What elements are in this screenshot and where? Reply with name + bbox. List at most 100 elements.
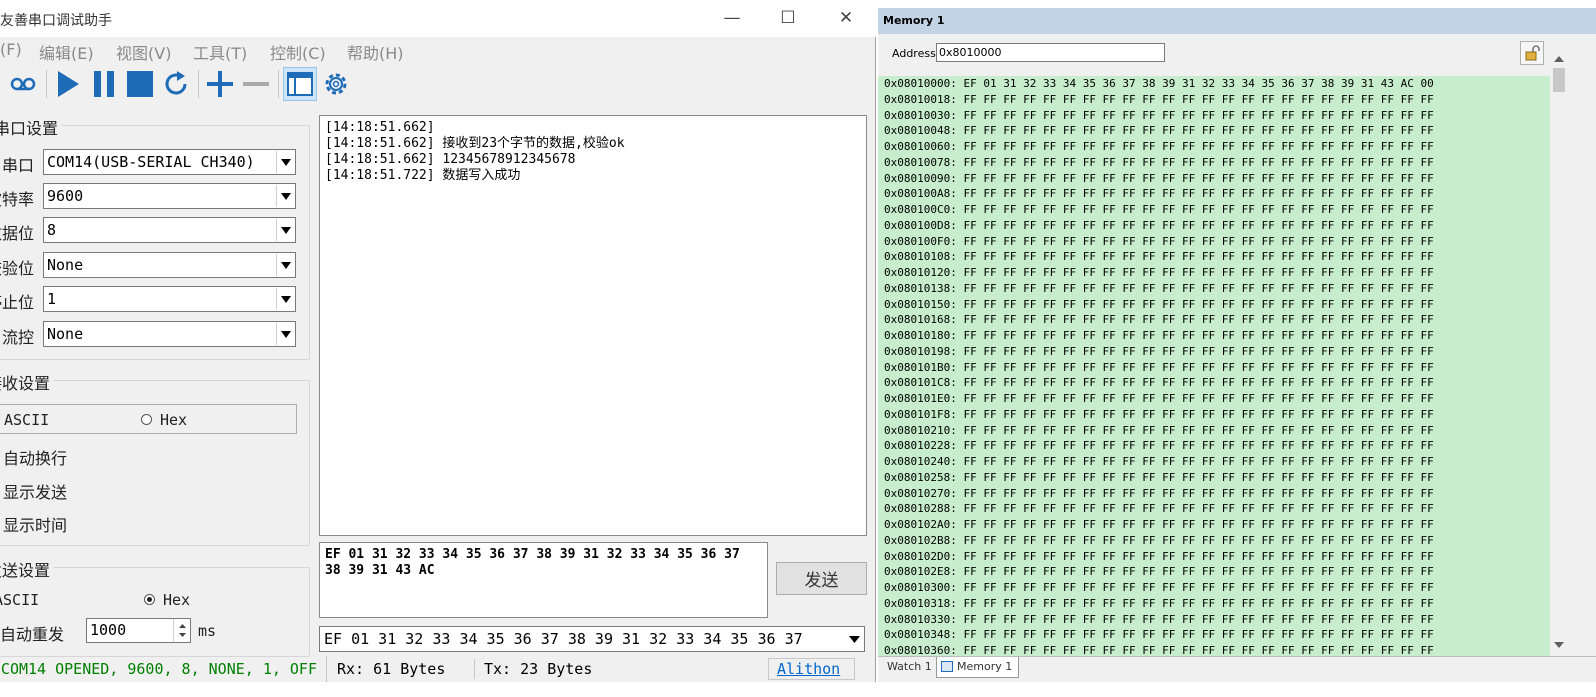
memory-row: 0x080101F8: FF FF FF FF FF FF FF FF FF F… [884, 407, 1434, 421]
play-button[interactable] [51, 67, 85, 101]
memory-bytes: FF FF FF FF FF FF FF FF FF FF FF FF FF F… [963, 423, 1434, 437]
plus-icon [207, 71, 233, 97]
interval-value: 1000 [90, 621, 127, 639]
memory-bytes: FF FF FF FF FF FF FF FF FF FF FF FF FF F… [963, 155, 1434, 169]
auto-newline-option[interactable]: 自动换行 [3, 445, 67, 469]
parity-combo[interactable]: None [43, 252, 296, 278]
stopbits-label: 停止位 [0, 293, 34, 312]
memory-bytes: FF FF FF FF FF FF FF FF FF FF FF FF FF F… [963, 218, 1434, 232]
rx-hex-radio[interactable] [141, 414, 152, 425]
tab-memory1[interactable]: Memory 1 [936, 657, 1020, 678]
memory-row: 0x08010198: FF FF FF FF FF FF FF FF FF F… [884, 344, 1434, 358]
rx-hex-label: Hex [160, 411, 188, 429]
scroll-up-icon[interactable] [1554, 56, 1564, 62]
show-time-option[interactable]: 显示时间 [3, 512, 67, 536]
memory-row: 0x08010060: FF FF FF FF FF FF FF FF FF F… [884, 140, 1434, 153]
rx-settings-title: 接收设置 [0, 370, 55, 394]
menu-tools[interactable]: 工具(T) [193, 40, 247, 64]
memory-bytes: FF FF FF FF FF FF FF FF FF FF FF FF FF F… [963, 108, 1434, 122]
memory-bytes: FF FF FF FF FF FF FF FF FF FF FF FF FF F… [963, 187, 1434, 201]
history-value: EF 01 31 32 33 34 35 36 37 38 39 31 32 3… [324, 630, 803, 648]
refresh-button[interactable] [159, 67, 193, 101]
menu-help[interactable]: 帮助(H) [347, 40, 404, 64]
memory-address: 0x08010150 [884, 297, 951, 311]
close-button[interactable]: ✕ [826, 6, 866, 30]
memory-bytes: FF FF FF FF FF FF FF FF FF FF FF FF FF F… [963, 628, 1434, 642]
send-input[interactable]: EF 01 31 32 33 34 35 36 37 38 39 31 32 3… [319, 542, 768, 618]
interval-spinbox[interactable]: 1000 [86, 618, 191, 643]
lock-button[interactable] [1520, 41, 1544, 65]
receive-log[interactable]: [14:18:51.662] [14:18:51.662] 接收到23个字节的数… [319, 115, 867, 536]
pause-button[interactable] [87, 67, 121, 101]
chevron-down-icon [276, 323, 294, 345]
maximize-button[interactable]: ☐ [768, 6, 808, 30]
memory-bytes: FF FF FF FF FF FF FF FF FF FF FF FF FF F… [963, 281, 1434, 295]
flowcontrol-combo[interactable]: None [43, 321, 296, 347]
memory-row: 0x08010300: FF FF FF FF FF FF FF FF FF F… [884, 581, 1434, 594]
settings-button[interactable] [319, 67, 353, 101]
send-history-combo[interactable]: EF 01 31 32 33 34 35 36 37 38 39 31 32 3… [319, 626, 865, 652]
stop-button[interactable] [123, 67, 157, 101]
menu-edit[interactable]: 编辑(E) [39, 40, 94, 64]
send-button[interactable]: 发送 [776, 562, 867, 595]
log-line: [14:18:51.662] 12345678912345678 [325, 152, 576, 167]
background-window-strip-bottom [0, 682, 1596, 697]
spin-arrows-icon[interactable] [173, 619, 190, 642]
auto-resend-option[interactable]: 自动重发 [0, 621, 64, 645]
memory-bytes: FF FF FF FF FF FF FF FF FF FF FF FF FF F… [963, 124, 1434, 138]
memory-address: 0x080102A0 [884, 518, 951, 531]
memory-address: 0x08010168 [884, 313, 951, 327]
alithon-link[interactable]: Alithon [777, 656, 840, 682]
memory-bytes: FF FF FF FF FF FF FF FF FF FF FF FF FF F… [963, 596, 1434, 610]
memory-title-bar: Memory 1 [878, 8, 1596, 34]
memory-address: 0x08010060 [884, 140, 951, 153]
scroll-down-icon[interactable] [1554, 642, 1564, 648]
memory-row: 0x08010270: FF FF FF FF FF FF FF FF FF F… [884, 486, 1434, 500]
refresh-icon [165, 71, 187, 95]
memory-row: 0x080100F0: FF FF FF FF FF FF FF FF FF F… [884, 234, 1434, 248]
tx-count: Tx: 23 Bytes [484, 660, 593, 678]
address-bar: Address: 0x8010000 [878, 34, 1596, 74]
memory-address: 0x08010180 [884, 329, 951, 342]
address-value: 0x8010000 [939, 46, 1002, 59]
port-status: COM14 OPENED, 9600, 8, NONE, 1, OFF [0, 660, 317, 678]
memory-row: 0x080102A0: FF FF FF FF FF FF FF FF FF F… [884, 518, 1434, 531]
minimize-button[interactable]: — [712, 6, 752, 30]
scroll-thumb[interactable] [1553, 68, 1565, 92]
menu-file[interactable]: (F) [0, 40, 22, 59]
menu-view[interactable]: 视图(V) [116, 40, 171, 64]
memory-address: 0x080100A8 [884, 187, 951, 201]
record-button[interactable] [6, 67, 40, 101]
baud-combo[interactable]: 9600 [43, 183, 296, 209]
memory-address: 0x08010078 [884, 155, 951, 169]
add-button[interactable] [203, 67, 237, 101]
databits-combo[interactable]: 8 [43, 217, 296, 243]
port-settings-title: 串口设置 [0, 115, 63, 139]
memory-grid[interactable]: 0x08010000: EF 01 31 32 33 34 35 36 37 3… [878, 76, 1550, 656]
toolbar [0, 64, 876, 104]
address-input[interactable]: 0x8010000 [936, 43, 1165, 62]
window-toggle-button[interactable] [283, 67, 317, 101]
tx-hex-radio[interactable] [144, 594, 155, 605]
memory-bytes: FF FF FF FF FF FF FF FF FF FF FF FF FF F… [963, 203, 1434, 216]
port-combo[interactable]: COM14(USB-SERIAL CH340) [43, 149, 296, 175]
tx-ascii-option[interactable]: ASCII [0, 591, 39, 609]
memory-address: 0x080102E8 [884, 565, 951, 579]
show-send-option[interactable]: 显示发送 [3, 479, 67, 503]
memory-bytes: FF FF FF FF FF FF FF FF FF FF FF FF FF F… [963, 392, 1434, 405]
memory-bytes: FF FF FF FF FF FF FF FF FF FF FF FF FF F… [963, 581, 1434, 594]
menu-control[interactable]: 控制(C) [270, 40, 326, 64]
remove-button[interactable] [239, 67, 273, 101]
port-value: COM14(USB-SERIAL CH340) [47, 153, 255, 171]
play-icon [58, 71, 79, 97]
memory-row: 0x080100C0: FF FF FF FF FF FF FF FF FF F… [884, 203, 1434, 216]
memory-scrollbar[interactable] [1550, 48, 1568, 656]
memory-address: 0x08010048 [884, 124, 951, 138]
rx-ascii-option[interactable]: ASCII [4, 411, 49, 429]
tab-watch1[interactable]: Watch 1 [881, 657, 939, 678]
stopbits-combo[interactable]: 1 [43, 286, 296, 312]
memory-bytes: FF FF FF FF FF FF FF FF FF FF FF FF FF F… [963, 234, 1434, 248]
baud-label: 波特率 [0, 190, 34, 209]
memory-row: 0x08010180: FF FF FF FF FF FF FF FF FF F… [884, 329, 1434, 342]
memory-address: 0x08010018 [884, 92, 951, 106]
